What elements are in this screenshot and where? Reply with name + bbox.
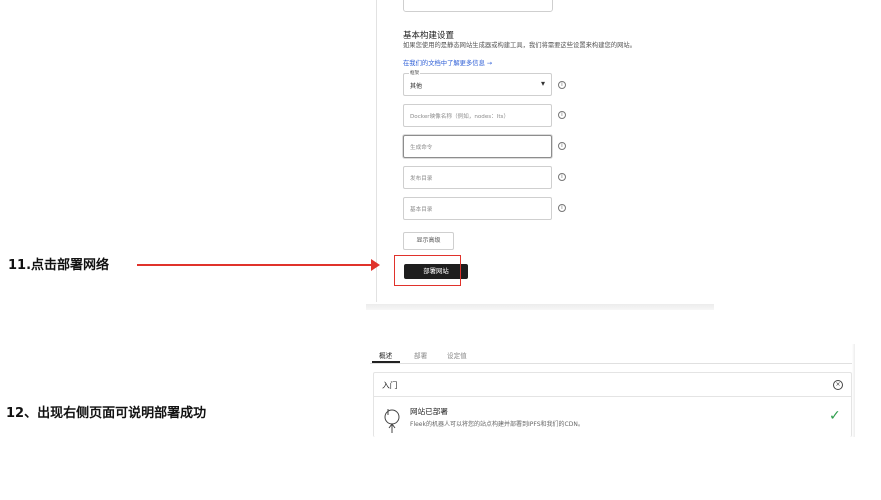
- info-icon[interactable]: i: [558, 173, 566, 181]
- build-command-input[interactable]: 生成命令: [403, 135, 552, 158]
- card-header: 入门 ×: [374, 373, 851, 397]
- tab-overview[interactable]: 概述: [379, 350, 392, 360]
- previous-field[interactable]: [403, 0, 553, 12]
- card-title: 入门: [382, 381, 398, 390]
- deploy-status-icon: [384, 409, 400, 433]
- arrow-right-icon: [371, 259, 380, 271]
- show-advanced-button[interactable]: 显示高级: [403, 232, 454, 250]
- info-icon[interactable]: i: [558, 81, 566, 89]
- base-directory-placeholder: 基本目录: [410, 207, 433, 213]
- status-row-title: 网站已部署: [410, 407, 448, 416]
- docker-image-placeholder: Docker映像名称（例如，nodes：lts）: [410, 114, 510, 120]
- info-icon[interactable]: i: [558, 142, 566, 150]
- framework-label: 框架: [409, 70, 421, 76]
- learn-more-link[interactable]: 在我们的文档中了解更多信息 →: [403, 58, 492, 67]
- tab-deploys[interactable]: 部署: [414, 350, 427, 360]
- status-row-description: Fleek的机器人可以将您的站点构建并部署到IPFS和我们的CDN。: [410, 421, 584, 428]
- active-tab-indicator: [372, 361, 400, 363]
- panel-shadow: [366, 304, 714, 310]
- build-command-placeholder: 生成命令: [410, 145, 433, 151]
- overview-panel: 概述 部署 设定值 入门 × 网站已部署 Fleek的机器人可以将您的站点构建并…: [370, 344, 855, 437]
- step-12-label: 12、出现右侧页面可说明部署成功: [6, 406, 207, 421]
- section-description: 如果您使用的是静态网站生成器或构建工具，我们将需要这些设置来构建您的网站。: [403, 42, 636, 49]
- tab-bar: 概述 部署 设定值: [370, 344, 852, 364]
- info-icon[interactable]: i: [558, 204, 566, 212]
- publish-directory-placeholder: 发布目录: [410, 176, 433, 182]
- tab-settings[interactable]: 设定值: [447, 350, 467, 360]
- step-11-label: 11.点击部署网络: [8, 258, 110, 273]
- highlight-box: [394, 255, 461, 286]
- panel-border: [376, 0, 377, 302]
- check-icon: ✓: [829, 408, 841, 424]
- panel-shadow: [852, 344, 855, 437]
- publish-directory-input[interactable]: 发布目录: [403, 166, 552, 189]
- close-icon[interactable]: ×: [833, 380, 843, 390]
- base-directory-input[interactable]: 基本目录: [403, 197, 552, 220]
- framework-value: 其他: [410, 83, 423, 90]
- docker-image-input[interactable]: Docker映像名称（例如，nodes：lts）: [403, 104, 552, 127]
- getting-started-card: 入门 × 网站已部署 Fleek的机器人可以将您的站点构建并部署到IPFS和我们…: [373, 372, 852, 437]
- chevron-down-icon: ▾: [540, 79, 545, 88]
- info-icon[interactable]: i: [558, 111, 566, 119]
- framework-select[interactable]: 框架 其他 ▾: [403, 70, 552, 96]
- annotation-arrow-line: [137, 264, 373, 266]
